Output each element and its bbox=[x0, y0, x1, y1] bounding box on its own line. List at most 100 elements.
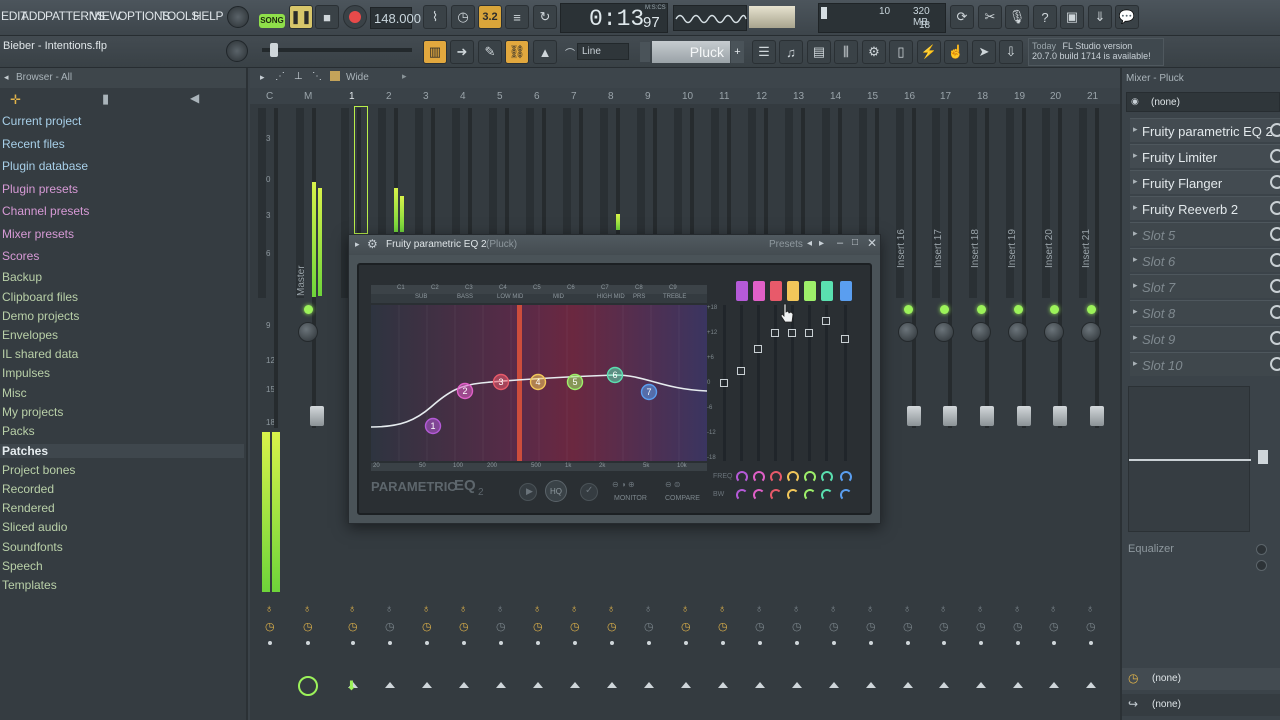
browser-button[interactable]: ➤ bbox=[972, 40, 996, 64]
slot-menu-arrow-icon[interactable]: ▸ bbox=[1133, 176, 1138, 187]
band-frequency-knob[interactable] bbox=[804, 471, 816, 483]
route-arrow-icon[interactable] bbox=[903, 682, 913, 688]
route-arrow-icon[interactable] bbox=[976, 682, 986, 688]
tools-button[interactable]: ✂ bbox=[978, 5, 1002, 29]
band-width-knob[interactable] bbox=[840, 489, 852, 501]
track-fx-icon[interactable]: ♁ bbox=[681, 603, 689, 615]
band-type-selector[interactable] bbox=[736, 281, 748, 301]
plugin-picker-button[interactable]: ⚡ bbox=[917, 40, 941, 64]
browser-item[interactable]: Soundfonts bbox=[2, 540, 63, 554]
track-send-dot[interactable] bbox=[758, 641, 762, 645]
browser-item[interactable]: Demo projects bbox=[2, 309, 79, 323]
track-send-dot[interactable] bbox=[647, 641, 651, 645]
master-enable-led[interactable] bbox=[304, 305, 313, 314]
slot-menu-arrow-icon[interactable]: ▸ bbox=[1133, 358, 1138, 369]
project-picker-button[interactable]: ▯ bbox=[889, 40, 913, 64]
browser-item[interactable]: IL shared data bbox=[2, 347, 78, 361]
track-delay-icon[interactable]: ◷ bbox=[303, 620, 313, 633]
browser-item[interactable]: Backup bbox=[2, 270, 42, 284]
track-send-dot[interactable] bbox=[388, 641, 392, 645]
band-width-knob[interactable] bbox=[821, 489, 833, 501]
slot-mix-knob[interactable] bbox=[1270, 331, 1280, 345]
browser-speaker-icon[interactable]: ◀ bbox=[190, 91, 199, 105]
track-fx-icon[interactable]: ♁ bbox=[718, 603, 726, 615]
slot-menu-arrow-icon[interactable]: ▸ bbox=[1133, 332, 1138, 343]
band-gain-slider[interactable] bbox=[771, 329, 779, 338]
route-arrow-icon[interactable] bbox=[718, 682, 728, 688]
track-delay-icon[interactable]: ◷ bbox=[570, 620, 580, 633]
track-delay-icon[interactable]: ◷ bbox=[866, 620, 876, 633]
browser-item[interactable]: Envelopes bbox=[2, 328, 58, 342]
track-send-dot[interactable] bbox=[942, 641, 946, 645]
eq-menu-arrow-icon[interactable]: ▸ bbox=[355, 239, 360, 250]
browser-item[interactable]: Channel presets bbox=[2, 204, 89, 218]
effect-slot[interactable]: ▸ Fruity Reeverb 2 bbox=[1130, 196, 1280, 220]
track-send-dot[interactable] bbox=[351, 641, 355, 645]
track-send-dot[interactable] bbox=[795, 641, 799, 645]
slot-mix-knob[interactable] bbox=[1270, 357, 1280, 371]
browser-item[interactable]: Plugin database bbox=[2, 159, 88, 173]
slot-mix-knob[interactable] bbox=[1270, 253, 1280, 267]
eq-curve-display[interactable]: 1 2 3 4 5 6 7 bbox=[370, 305, 708, 461]
monitor-icons[interactable]: ⊖ ◑ ⊕ bbox=[612, 480, 635, 489]
effect-slot[interactable]: ▸ Slot 7 bbox=[1130, 274, 1280, 298]
band-frequency-knob[interactable] bbox=[840, 471, 852, 483]
eq-band-node[interactable]: 1 bbox=[424, 417, 442, 435]
track-fx-icon[interactable]: ♁ bbox=[533, 603, 541, 615]
eq-title-bar[interactable]: ▸ ⚙ Fruity parametric EQ 2 (Pluck) Prese… bbox=[349, 235, 880, 255]
mixer-view-icon-1[interactable]: ⋰ bbox=[275, 71, 285, 82]
master-volume-knob[interactable] bbox=[227, 6, 249, 28]
stamp-button[interactable]: ▲ bbox=[533, 40, 557, 64]
pan-knob[interactable] bbox=[971, 322, 991, 342]
slot-menu-arrow-icon[interactable]: ▸ bbox=[1133, 124, 1138, 135]
stop-button[interactable]: ■ bbox=[315, 5, 339, 29]
arrow-button[interactable]: ➜ bbox=[450, 40, 474, 64]
volume-fader[interactable] bbox=[1090, 406, 1104, 426]
pause-button[interactable]: ❚❚ bbox=[289, 5, 313, 29]
route-arrow-icon[interactable] bbox=[1086, 682, 1096, 688]
track-delay-icon[interactable]: ◷ bbox=[681, 620, 691, 633]
track-send-dot[interactable] bbox=[536, 641, 540, 645]
browser-item[interactable]: Mixer presets bbox=[2, 227, 74, 241]
track-fx-icon[interactable]: ♁ bbox=[644, 603, 652, 615]
eq-band-node[interactable]: 5 bbox=[566, 373, 584, 391]
track-delay-icon[interactable]: ◷ bbox=[718, 620, 728, 633]
band-gain-slider[interactable] bbox=[754, 344, 762, 353]
track-enable-led[interactable] bbox=[1087, 305, 1096, 314]
track-fx-icon[interactable]: ♁ bbox=[459, 603, 467, 615]
band-gain-slider[interactable] bbox=[805, 329, 813, 338]
band-gain-slider[interactable] bbox=[788, 329, 796, 338]
track-fx-icon[interactable]: ♁ bbox=[829, 603, 837, 615]
eq-band-node[interactable]: 4 bbox=[529, 373, 547, 391]
eq-band-node[interactable]: 3 bbox=[492, 373, 510, 391]
route-arrow-icon[interactable] bbox=[829, 682, 839, 688]
effect-slot[interactable]: ▸ Fruity Flanger bbox=[1130, 170, 1280, 194]
band-type-selector[interactable] bbox=[753, 281, 765, 301]
track-send-dot[interactable] bbox=[869, 641, 873, 645]
mixer-view-mode[interactable]: Wide bbox=[346, 72, 369, 83]
route-arrow-icon[interactable] bbox=[607, 682, 617, 688]
track-fx-icon[interactable]: ♁ bbox=[385, 603, 393, 615]
eq-graph[interactable]: 1 2 3 4 5 6 7 bbox=[370, 305, 708, 461]
route-arrow-icon[interactable] bbox=[496, 682, 506, 688]
mixer-view-icon-3[interactable]: ⋱ bbox=[312, 71, 322, 82]
track-fx-icon[interactable]: ♁ bbox=[792, 603, 800, 615]
track-delay-icon[interactable]: ◷ bbox=[1049, 620, 1059, 633]
track-send-dot[interactable] bbox=[499, 641, 503, 645]
route-arrow-icon[interactable] bbox=[459, 682, 469, 688]
eq-band-node[interactable]: 7 bbox=[640, 383, 658, 401]
track-enable-led[interactable] bbox=[1050, 305, 1059, 314]
mixer-menu-icon[interactable]: ▸ bbox=[260, 72, 265, 83]
track-send-dot[interactable] bbox=[610, 641, 614, 645]
eq-knob-2[interactable] bbox=[1256, 560, 1267, 571]
effect-slot[interactable]: ▸ Fruity Limiter bbox=[1130, 144, 1280, 168]
band-type-selector[interactable] bbox=[787, 281, 799, 301]
track-delay-icon[interactable]: ◷ bbox=[903, 620, 913, 633]
chat-button[interactable]: 💬 bbox=[1115, 5, 1139, 29]
compare-icons[interactable]: ⊖ ⊜ bbox=[665, 480, 681, 489]
browser-files-icon[interactable]: ▮ bbox=[102, 91, 109, 107]
news-panel[interactable]: Today FL Studio version 20.7.0 build 171… bbox=[1028, 38, 1164, 66]
track-fx-icon[interactable]: ♁ bbox=[422, 603, 430, 615]
slot-mix-knob[interactable] bbox=[1270, 279, 1280, 293]
browser-item[interactable]: Packs bbox=[2, 424, 35, 438]
